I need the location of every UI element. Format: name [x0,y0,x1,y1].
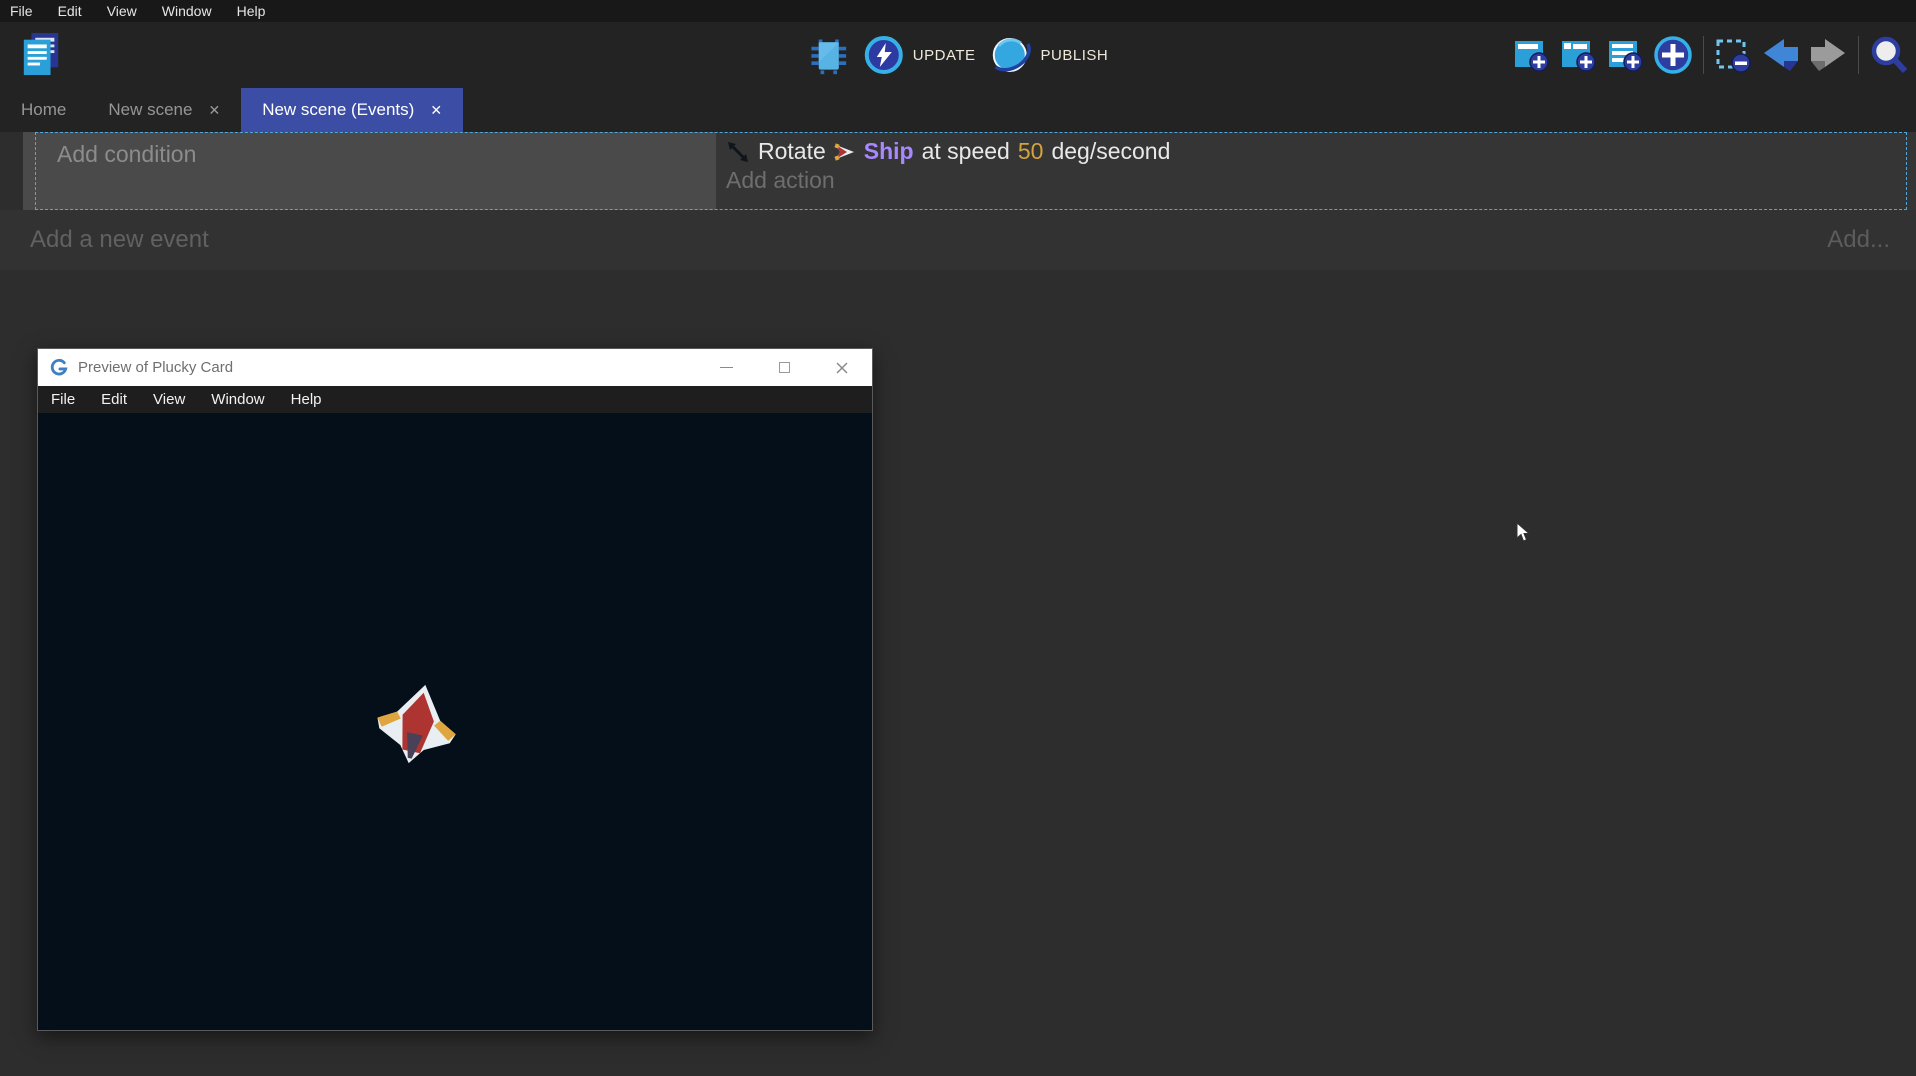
publish-button[interactable]: PUBLISH [990,34,1109,76]
maximize-icon [779,362,790,373]
undo-button[interactable] [1760,33,1802,77]
update-lightning-icon [864,35,904,75]
minimize-button[interactable] [718,360,734,376]
event-row[interactable]: Add condition Rotate S [23,132,1916,210]
preview-menu-help[interactable]: Help [291,391,322,408]
events-sheet: Add condition Rotate S [0,132,1916,270]
search-icon [1868,34,1910,76]
debugger-bug-icon [808,32,850,78]
preview-menu-window[interactable]: Window [211,391,264,408]
add-comment-icon [1606,35,1646,75]
action-value: 50 [1018,138,1044,165]
tab-home[interactable]: Home [0,88,87,132]
toolbar-separator [1703,36,1704,74]
add-subevent-icon [1559,35,1599,75]
menu-file[interactable]: File [10,3,33,19]
menu-window[interactable]: Window [162,3,212,19]
action-connector: at speed [922,138,1010,165]
rotate-action-icon [726,140,750,164]
window-controls [718,360,850,376]
update-button[interactable]: UPDATE [864,35,976,75]
actions-area: Rotate Ship at speed 50 deg/second Add a… [716,132,1916,210]
ship-thumbnail-icon [834,141,856,163]
ship-sprite [375,681,459,767]
maximize-button[interactable] [776,360,792,376]
menu-view[interactable]: View [107,3,137,19]
search-events-button[interactable] [1868,33,1910,77]
preview-menu-edit[interactable]: Edit [101,391,127,408]
tab-close-icon[interactable]: ✕ [430,102,442,119]
add-event-icon [1512,35,1552,75]
tab-bar: Home New scene ✕ New scene (Events) ✕ [0,88,1916,132]
add-action-area[interactable]: Add action [726,167,1916,194]
tab-label: New scene (Events) [262,100,414,120]
add-new-event-button[interactable]: Add a new event [30,226,209,254]
toolbar-separator [1858,36,1859,74]
preview-titlebar[interactable]: Preview of Plucky Card [38,349,872,386]
mouse-cursor [1516,522,1530,543]
debugger-button[interactable] [808,33,850,77]
publish-globe-icon [990,34,1032,76]
add-comment-button[interactable] [1605,33,1647,77]
tab-new-scene-events[interactable]: New scene (Events) ✕ [241,88,463,132]
close-icon [835,361,849,375]
project-manager-button[interactable] [20,32,62,76]
project-manager-icon [20,30,62,78]
action-verb: Rotate [758,138,826,165]
gdevelop-logo-icon [50,358,69,377]
add-more-button[interactable]: Add... [1827,226,1890,254]
undo-icon [1760,35,1802,75]
publish-label: PUBLISH [1041,47,1109,64]
main-toolbar: UPDATE PUBLISH [0,22,1916,88]
preview-window: Preview of Plucky Card File Edit View Wi… [37,348,873,1031]
tab-close-icon[interactable]: ✕ [208,102,220,119]
publish-toolbar-group: UPDATE PUBLISH [808,22,1108,88]
redo-icon [1807,35,1849,75]
update-label: UPDATE [913,47,976,64]
redo-button[interactable] [1807,33,1849,77]
choose-add-event-button[interactable] [1652,33,1694,77]
preview-menu-view[interactable]: View [153,391,185,408]
preview-menu-file[interactable]: File [51,391,75,408]
game-canvas[interactable] [38,413,872,1030]
add-circle-icon [1652,34,1694,76]
tab-label: Home [21,100,66,120]
preview-menubar: File Edit View Window Help [38,386,872,413]
add-condition-placeholder: Add condition [57,141,196,167]
action-unit: deg/second [1051,138,1170,165]
menu-edit[interactable]: Edit [58,3,82,19]
tab-label: New scene [108,100,192,120]
tab-new-scene[interactable]: New scene ✕ [87,88,241,132]
app-menubar: File Edit View Window Help [0,0,1916,22]
preview-window-title: Preview of Plucky Card [78,359,233,376]
events-toolbar-group [1511,22,1910,88]
add-event-band: Add a new event Add... [0,210,1916,270]
rotate-action[interactable]: Rotate Ship at speed 50 deg/second [726,138,1916,165]
menu-help[interactable]: Help [237,3,266,19]
gdevelop-app: File Edit View Window Help [0,0,1916,270]
action-object-name: Ship [864,138,914,165]
delete-selection-icon [1714,35,1754,75]
delete-selection-button[interactable] [1713,33,1755,77]
close-button[interactable] [834,360,850,376]
minimize-icon [720,367,733,368]
add-condition-area[interactable]: Add condition [23,132,716,210]
add-event-button[interactable] [1511,33,1553,77]
add-subevent-button[interactable] [1558,33,1600,77]
